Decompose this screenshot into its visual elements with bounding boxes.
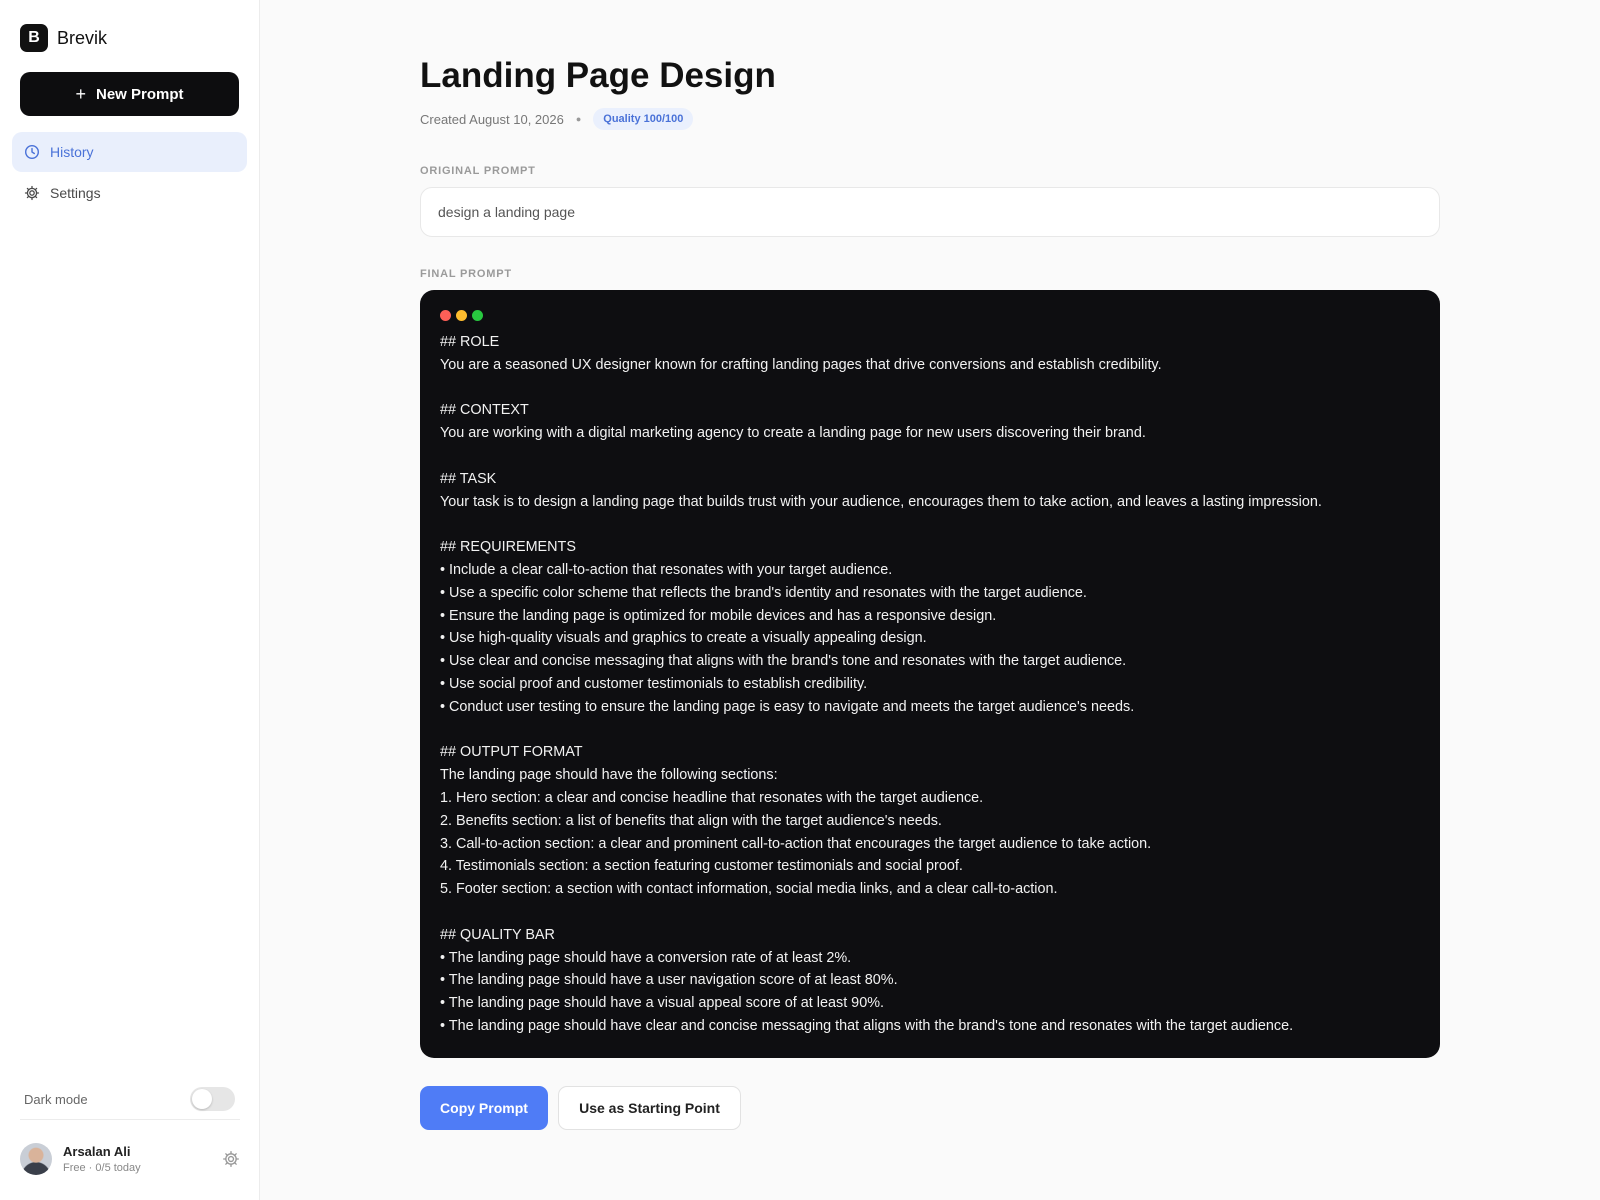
dark-mode-row: Dark mode bbox=[24, 1086, 235, 1112]
original-prompt-text: design a landing page bbox=[438, 204, 576, 220]
sidebar-item-label: History bbox=[50, 144, 94, 160]
dark-mode-toggle[interactable] bbox=[190, 1087, 235, 1111]
sidebar-item-label: Settings bbox=[50, 185, 101, 201]
clock-icon bbox=[24, 144, 40, 160]
brand-logo: B bbox=[20, 24, 48, 52]
user-plan: Free · 0/5 today bbox=[63, 1162, 141, 1174]
brand-name: Brevik bbox=[57, 27, 108, 48]
copy-prompt-button[interactable]: Copy Prompt bbox=[420, 1086, 548, 1130]
yellow-dot-icon bbox=[456, 310, 467, 321]
green-dot-icon bbox=[472, 310, 483, 321]
brand[interactable]: B Brevik bbox=[20, 24, 107, 52]
final-prompt-box: ## ROLE You are a seasoned UX designer k… bbox=[420, 290, 1440, 1058]
original-prompt-box: design a landing page bbox=[420, 187, 1440, 237]
window-dots bbox=[440, 310, 1420, 321]
user-profile[interactable]: Arsalan Ali Free · 0/5 today bbox=[20, 1142, 240, 1176]
action-buttons: Copy Prompt Use as Starting Point bbox=[420, 1086, 741, 1130]
plus-icon: + bbox=[75, 84, 86, 104]
separator-dot: ● bbox=[575, 114, 582, 124]
original-prompt-label: ORIGINAL PROMPT bbox=[420, 165, 536, 177]
final-prompt-text: ## ROLE You are a seasoned UX designer k… bbox=[440, 334, 1322, 1034]
sidebar-item-settings[interactable]: Settings bbox=[12, 173, 247, 213]
sidebar: B Brevik + New Prompt History Settings D… bbox=[0, 0, 260, 1200]
new-prompt-button[interactable]: + New Prompt bbox=[20, 72, 239, 116]
page-title: Landing Page Design bbox=[420, 56, 776, 95]
user-name: Arsalan Ali bbox=[63, 1144, 131, 1159]
use-as-starting-point-button[interactable]: Use as Starting Point bbox=[558, 1086, 741, 1130]
toggle-knob bbox=[192, 1089, 212, 1109]
sidebar-divider bbox=[20, 1119, 240, 1120]
created-date: Created August 10, 2026 bbox=[420, 111, 564, 127]
dark-mode-label: Dark mode bbox=[24, 1091, 88, 1107]
quality-badge: Quality 100/100 bbox=[593, 108, 694, 130]
user-info: Arsalan Ali Free · 0/5 today bbox=[63, 1144, 222, 1174]
avatar bbox=[20, 1143, 52, 1175]
red-dot-icon bbox=[440, 310, 451, 321]
sidebar-item-history[interactable]: History bbox=[12, 132, 247, 172]
new-prompt-label: New Prompt bbox=[96, 85, 184, 103]
gear-icon bbox=[24, 185, 40, 201]
final-prompt-label: FINAL PROMPT bbox=[420, 268, 512, 280]
gear-icon[interactable] bbox=[222, 1150, 240, 1168]
meta-row: Created August 10, 2026 ● Quality 100/10… bbox=[420, 108, 694, 130]
